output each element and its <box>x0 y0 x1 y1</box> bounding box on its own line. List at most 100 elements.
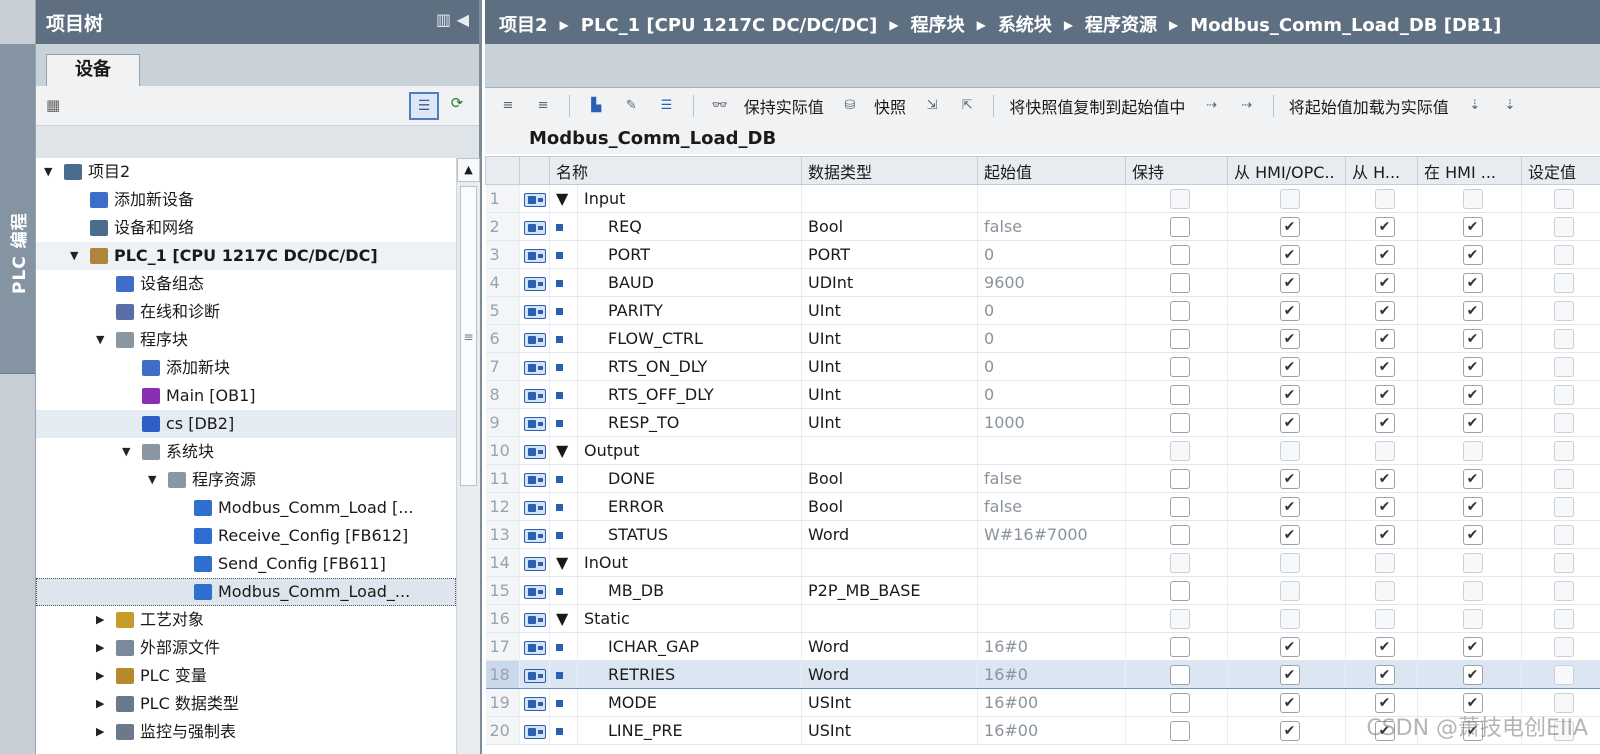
copy-start-all-icon[interactable]: ⇢ <box>1236 95 1258 117</box>
refresh-icon[interactable]: ⟳ <box>445 94 469 118</box>
table-row[interactable]: 4 BAUD UDInt 9600 ✔ ✔ ✔ <box>485 268 1600 297</box>
copy-snapshot-button[interactable]: 将快照值复制到起始值中 <box>1009 94 1185 118</box>
tree-item[interactable]: ▼ 系统块 <box>36 438 456 466</box>
in-hmi-checkbox[interactable]: ✔ <box>1462 356 1483 377</box>
start-value[interactable]: 16#00 <box>977 716 1127 745</box>
in-hmi-checkbox[interactable] <box>1462 552 1483 573</box>
table-row[interactable]: 7 RTS_ON_DLY UInt 0 ✔ ✔ ✔ <box>485 352 1600 381</box>
in-hmi-checkbox[interactable]: ✔ <box>1462 664 1483 685</box>
from-h-checkbox[interactable] <box>1374 580 1395 601</box>
variable-name[interactable]: RTS_OFF_DLY <box>577 380 803 409</box>
tree-item[interactable]: ▼ 项目2 <box>36 158 456 186</box>
scroll-up-button[interactable]: ▲ <box>457 158 480 182</box>
setpoint-checkbox[interactable] <box>1554 216 1575 237</box>
variable-type[interactable] <box>801 436 979 465</box>
setpoint-checkbox[interactable] <box>1554 356 1575 377</box>
variable-name[interactable]: RTS_ON_DLY <box>577 352 803 381</box>
monitor-icon[interactable]: 👓 <box>709 95 731 117</box>
variable-type[interactable]: Bool <box>801 464 979 493</box>
tree-expand-icon[interactable]: ▶ <box>96 662 110 690</box>
in-hmi-checkbox[interactable] <box>1462 188 1483 209</box>
from-h-checkbox[interactable]: ✔ <box>1374 384 1395 405</box>
start-value[interactable] <box>977 436 1127 465</box>
in-hmi-checkbox[interactable]: ✔ <box>1462 636 1483 657</box>
setpoint-checkbox[interactable] <box>1554 468 1575 489</box>
start-value[interactable]: 0 <box>977 324 1127 353</box>
start-value[interactable] <box>977 604 1127 633</box>
tree-collapse-icon[interactable]: ▼ <box>70 242 84 270</box>
variable-name[interactable]: Input <box>577 184 803 213</box>
from-hmi-opc-checkbox[interactable]: ✔ <box>1279 636 1300 657</box>
from-hmi-opc-checkbox[interactable]: ✔ <box>1279 692 1300 713</box>
col-header-type[interactable]: 数据类型 <box>801 156 979 185</box>
tree-item[interactable]: 设备组态 <box>36 270 456 298</box>
setpoint-checkbox[interactable] <box>1554 188 1575 209</box>
variable-type[interactable]: UInt <box>801 380 979 409</box>
variable-type[interactable]: UInt <box>801 324 979 353</box>
tree-item[interactable]: 在线和诊断 <box>36 298 456 326</box>
list-icon[interactable]: ☰ <box>655 95 677 117</box>
from-h-checkbox[interactable]: ✔ <box>1374 300 1395 321</box>
from-h-checkbox[interactable]: ✔ <box>1374 636 1395 657</box>
load-start-all-icon[interactable]: ⇣ <box>1499 95 1521 117</box>
variable-name[interactable]: InOut <box>577 548 803 577</box>
variable-type[interactable]: Word <box>801 520 979 549</box>
tree-item[interactable]: ▼ PLC_1 [CPU 1217C DC/DC/DC] <box>36 242 456 270</box>
start-value[interactable]: false <box>977 492 1127 521</box>
variable-name[interactable]: BAUD <box>577 268 803 297</box>
edit-icon[interactable]: ✎ <box>620 95 642 117</box>
snapshot-load-icon[interactable]: ⇱ <box>956 95 978 117</box>
from-h-checkbox[interactable] <box>1374 608 1395 629</box>
variable-type[interactable]: Bool <box>801 492 979 521</box>
setpoint-checkbox[interactable] <box>1554 272 1575 293</box>
table-row[interactable]: 6 FLOW_CTRL UInt 0 ✔ ✔ ✔ <box>485 324 1600 353</box>
variable-name[interactable]: Output <box>577 436 803 465</box>
retain-checkbox[interactable] <box>1169 580 1190 601</box>
retain-checkbox[interactable] <box>1169 188 1190 209</box>
table-row[interactable]: 11 DONE Bool false ✔ ✔ ✔ <box>485 464 1600 493</box>
insert-row-icon[interactable]: ≡ <box>497 95 519 117</box>
variable-name[interactable]: ERROR <box>577 492 803 521</box>
start-value[interactable]: 16#00 <box>977 688 1127 717</box>
variable-type[interactable]: PORT <box>801 240 979 269</box>
breadcrumb-item[interactable]: Modbus_Comm_Load_DB [DB1] <box>1190 15 1501 36</box>
tree-item[interactable]: Receive_Config [FB612] <box>36 522 456 550</box>
from-hmi-opc-checkbox[interactable]: ✔ <box>1279 356 1300 377</box>
from-hmi-opc-checkbox[interactable]: ✔ <box>1279 496 1300 517</box>
retain-checkbox[interactable] <box>1169 356 1190 377</box>
variable-name[interactable]: LINE_PRE <box>577 716 803 745</box>
start-value[interactable]: 0 <box>977 380 1127 409</box>
table-row[interactable]: 12 ERROR Bool false ✔ ✔ ✔ <box>485 492 1600 521</box>
section-collapse-icon[interactable]: ▼ <box>549 548 578 577</box>
from-hmi-opc-checkbox[interactable]: ✔ <box>1279 244 1300 265</box>
from-hmi-opc-checkbox[interactable] <box>1279 608 1300 629</box>
section-collapse-icon[interactable]: ▼ <box>549 436 578 465</box>
table-row[interactable]: 15 MB_DB P2P_MB_BASE <box>485 576 1600 605</box>
variable-type[interactable]: UInt <box>801 352 979 381</box>
from-h-checkbox[interactable]: ✔ <box>1374 524 1395 545</box>
retain-checkbox[interactable] <box>1169 216 1190 237</box>
retain-checkbox[interactable] <box>1169 412 1190 433</box>
overview-icon[interactable]: ▦ <box>46 96 68 116</box>
table-row[interactable]: 5 PARITY UInt 0 ✔ ✔ ✔ <box>485 296 1600 325</box>
in-hmi-checkbox[interactable] <box>1462 580 1483 601</box>
variable-type[interactable]: UDInt <box>801 268 979 297</box>
copy-start-icon[interactable]: ⇢ <box>1200 95 1222 117</box>
start-value[interactable]: 16#0 <box>977 632 1127 661</box>
tree-item[interactable]: ▶ PLC 数据类型 <box>36 690 456 718</box>
from-h-checkbox[interactable]: ✔ <box>1374 468 1395 489</box>
table-section-row[interactable]: 1 ▼ Input <box>485 184 1600 213</box>
start-value[interactable]: 1000 <box>977 408 1127 437</box>
from-hmi-opc-checkbox[interactable]: ✔ <box>1279 384 1300 405</box>
from-hmi-opc-checkbox[interactable] <box>1279 552 1300 573</box>
in-hmi-checkbox[interactable]: ✔ <box>1462 524 1483 545</box>
variable-type[interactable]: USInt <box>801 688 979 717</box>
variable-name[interactable]: REQ <box>577 212 803 241</box>
retain-checkbox[interactable] <box>1169 552 1190 573</box>
details-view-icon[interactable]: ☰ <box>409 92 439 120</box>
variable-name[interactable]: PARITY <box>577 296 803 325</box>
variable-name[interactable]: MB_DB <box>577 576 803 605</box>
table-row[interactable]: 13 STATUS Word W#16#7000 ✔ ✔ ✔ <box>485 520 1600 549</box>
col-header-name[interactable]: 名称 <box>548 156 803 185</box>
setpoint-checkbox[interactable] <box>1554 244 1575 265</box>
